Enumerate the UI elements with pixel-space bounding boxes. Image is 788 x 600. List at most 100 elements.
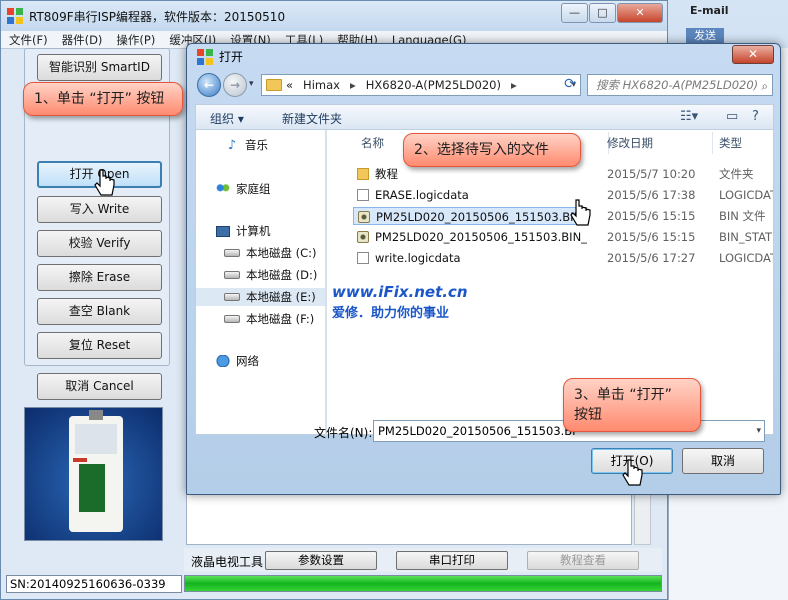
address-overflow[interactable]: « — [286, 78, 293, 92]
app-logo-icon — [7, 8, 23, 24]
smartid-button[interactable]: 智能识别 SmartID — [37, 54, 162, 81]
document-icon — [357, 189, 369, 201]
address-bar[interactable]: « Himax ▸ HX6820-A(PM25LD020) ▸ ▾ — [261, 74, 581, 96]
minimize-button[interactable]: — — [561, 3, 588, 23]
reset-button[interactable]: 复位 Reset — [37, 332, 162, 359]
filename-label: 文件名(N): — [314, 426, 373, 440]
serial-number: SN:20140925160636-0339 — [6, 575, 182, 593]
table-row[interactable]: write.logicdata 2015/5/6 17:27 LOGICDATA — [327, 249, 773, 267]
nav-item-label: 计算机 — [236, 224, 271, 238]
column-type[interactable]: 类型 — [713, 132, 773, 154]
file-name: write.logicdata — [375, 251, 461, 265]
help-icon[interactable]: ? — [752, 109, 759, 124]
programmer-photo — [24, 407, 163, 541]
callout-step-3: 3、单击 “打开” 按钮 — [563, 378, 701, 432]
bin-file-icon — [358, 211, 370, 223]
chevron-right-icon[interactable]: ▸ — [350, 78, 356, 92]
window-controls: — □ ✕ — [560, 3, 663, 23]
nav-item-network[interactable]: 网络 — [216, 352, 259, 370]
file-name-cell[interactable]: PM25LD020_20150506_151503.BIN_ — [353, 228, 591, 246]
file-name: PM25LD020_20150506_151503.BIN — [376, 210, 583, 224]
address-seg-himax[interactable]: Himax — [303, 78, 340, 92]
homegroup-icon — [216, 183, 230, 195]
menu-operation[interactable]: 操作(P) — [116, 32, 155, 48]
file-type: 文件夹 — [719, 167, 754, 181]
chevron-right-icon[interactable]: ▸ — [511, 78, 517, 92]
nav-item-label: 本地磁盘 (F:) — [246, 312, 315, 326]
disk-icon — [224, 249, 240, 257]
dialog-nav-row: ← → ▾ « Himax ▸ HX6820-A(PM25LD020) ▸ ▾ … — [195, 72, 775, 98]
table-row[interactable]: ERASE.logicdata 2015/5/6 17:38 LOGICDATA — [327, 186, 773, 204]
log-area — [186, 490, 632, 545]
tutorial-button[interactable]: 教程查看 — [527, 551, 639, 570]
disk-icon — [224, 293, 240, 301]
hand-cursor-icon — [570, 199, 591, 226]
preview-pane-icon[interactable]: ▭ — [726, 109, 738, 124]
file-type: LOGICDATA — [719, 251, 773, 265]
nav-item-homegroup[interactable]: 家庭组 — [216, 180, 271, 198]
nav-item-disk-c[interactable]: 本地磁盘 (C:) — [224, 244, 317, 262]
file-type: BIN 文件 — [719, 209, 766, 223]
params-button[interactable]: 参数设置 — [265, 551, 377, 570]
progress-bar — [184, 575, 662, 592]
refresh-icon[interactable]: ⟳ — [561, 75, 579, 93]
file-name-cell[interactable]: PM25LD020_20150506_151503.BIN — [353, 207, 588, 225]
chevron-down-icon[interactable]: ▾ — [756, 421, 761, 441]
erase-button[interactable]: 擦除 Erase — [37, 264, 162, 291]
verify-button[interactable]: 校验 Verify — [37, 230, 162, 257]
nav-item-disk-d[interactable]: 本地磁盘 (D:) — [224, 266, 317, 284]
dialog-toolbar: 组织 ▾ 新建文件夹 ☷▾ ▭ ? — [195, 104, 774, 130]
log-scrollbar[interactable] — [634, 490, 651, 545]
search-input[interactable]: 搜索 HX6820-A(PM25LD020) ⌕ — [587, 74, 773, 96]
nav-item-disk-f[interactable]: 本地磁盘 (F:) — [224, 310, 314, 328]
back-button[interactable]: ← — [197, 73, 221, 97]
disk-icon — [224, 315, 240, 323]
callout-step-1: 1、单击 “打开” 按钮 — [23, 82, 183, 116]
table-row[interactable]: 教程 2015/5/7 10:20 文件夹 — [327, 165, 773, 183]
dialog-title: 打开 — [219, 50, 244, 64]
forward-button[interactable]: → — [223, 73, 247, 97]
menu-file[interactable]: 文件(F) — [9, 32, 48, 48]
nav-item-computer[interactable]: 计算机 — [216, 222, 271, 240]
table-row[interactable]: PM25LD020_20150506_151503.BIN 2015/5/6 1… — [327, 207, 773, 225]
nav-item-disk-e[interactable]: 本地磁盘 (E:) — [196, 288, 326, 306]
app-title: RT809F串行ISP编程器，软件版本：20150510 — [29, 9, 286, 24]
nav-item-music[interactable]: ♪ 音乐 — [224, 136, 268, 154]
dialog-cancel-button[interactable]: 取消 — [682, 448, 764, 474]
file-name-cell[interactable]: 教程 — [353, 165, 402, 183]
dialog-logo-icon — [197, 48, 213, 65]
search-placeholder: 搜索 HX6820-A(PM25LD020) — [596, 78, 759, 92]
file-name-cell[interactable]: ERASE.logicdata — [353, 186, 473, 204]
file-date: 2015/5/6 15:15 — [607, 209, 696, 223]
blank-button[interactable]: 查空 Blank — [37, 298, 162, 325]
hand-cursor-icon — [94, 169, 115, 196]
view-options-icon[interactable]: ☷▾ — [680, 109, 698, 124]
send-button[interactable]: 发送 — [686, 28, 724, 44]
address-seg-folder[interactable]: HX6820-A(PM25LD020) — [366, 78, 501, 92]
folder-icon — [357, 168, 369, 180]
watermark-url: www.iFix.net.cn — [332, 283, 468, 301]
cancel-op-button[interactable]: 取消 Cancel — [37, 373, 162, 400]
table-row[interactable]: PM25LD020_20150506_151503.BIN_ 2015/5/6 … — [327, 228, 773, 246]
organize-menu[interactable]: 组织 ▾ — [210, 110, 244, 127]
file-name: 教程 — [375, 167, 398, 181]
column-date[interactable]: 修改日期 — [601, 132, 713, 154]
write-button[interactable]: 写入 Write — [37, 196, 162, 223]
nav-item-label: 音乐 — [245, 138, 268, 152]
serial-print-button[interactable]: 串口打印 — [396, 551, 508, 570]
nav-item-label: 本地磁盘 (D:) — [246, 268, 318, 282]
bin-file-icon — [357, 231, 369, 243]
history-chevron-icon[interactable]: ▾ — [249, 79, 254, 89]
file-name: ERASE.logicdata — [375, 188, 469, 202]
dialog-close-button[interactable]: ✕ — [732, 45, 774, 64]
maximize-button[interactable]: □ — [589, 3, 616, 23]
file-date: 2015/5/7 10:20 — [607, 167, 696, 181]
nav-item-label: 本地磁盘 (C:) — [246, 246, 317, 260]
hand-cursor-icon — [622, 459, 643, 486]
navigation-pane: ♪ 音乐 家庭组 计算机 本地磁盘 (C:) 本地磁盘 (D:) 本地磁盘 (E… — [195, 130, 326, 435]
menu-device[interactable]: 器件(D) — [62, 32, 103, 48]
new-folder-button[interactable]: 新建文件夹 — [282, 110, 342, 127]
close-button[interactable]: ✕ — [617, 3, 663, 23]
nav-item-label: 本地磁盘 (E:) — [246, 290, 316, 304]
file-name-cell[interactable]: write.logicdata — [353, 249, 465, 267]
